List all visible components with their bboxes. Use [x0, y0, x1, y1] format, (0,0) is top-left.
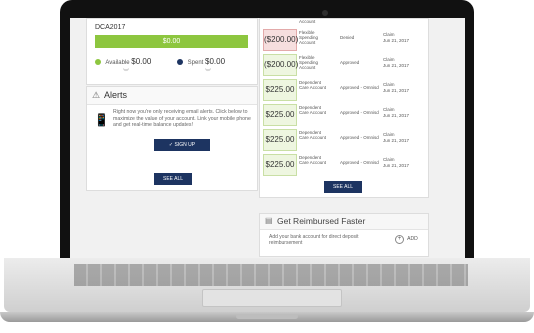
claim-date: Jun 21, 2017: [383, 137, 410, 143]
transaction-row[interactable]: $225.00 Dependent Care Account Approved …: [263, 79, 425, 101]
transaction-type: Dependent Care Account: [299, 130, 327, 140]
transaction-claim: Claim Jun 21, 2017: [383, 82, 423, 93]
sign-up-label: SIGN UP: [174, 142, 196, 148]
keyboard: [74, 264, 468, 286]
claim-date: Jun 21, 2017: [383, 62, 410, 68]
spent-dot-icon: [177, 59, 183, 66]
warning-icon: ⚠: [92, 90, 101, 100]
transaction-row[interactable]: $225.00 Dependent Care Account Approved …: [263, 104, 425, 126]
partial-row-label: Account: [299, 19, 316, 24]
claim-date: Jun 21, 2017: [383, 87, 410, 93]
mobile-phone-icon: 📱: [94, 113, 109, 127]
transaction-status: Approved - Omnisd: [340, 110, 379, 115]
transaction-type: Dependent Care Account: [299, 105, 327, 115]
reimburse-text: Add your bank account for direct deposit…: [269, 234, 359, 246]
transaction-status: Approved: [340, 60, 360, 65]
transaction-claim: Claim Jun 21, 2017: [383, 157, 423, 168]
transaction-claim: Claim Jun 21, 2017: [383, 132, 423, 143]
transaction-claim: Claim Jun 21, 2017: [383, 107, 423, 118]
transaction-status: Approved - Omnisd: [340, 85, 379, 90]
claim-date: Jun 21, 2017: [383, 112, 410, 118]
plus-icon: +: [395, 235, 404, 244]
transaction-claim: Claim Jun 21, 2017: [383, 32, 423, 43]
chevron-down-icon[interactable]: ︾: [205, 67, 211, 76]
account-card: DCA2017 $0.00 Available $0.00 Spent $0.0…: [86, 18, 258, 85]
balance-bar: $0.00: [95, 35, 248, 48]
available-dot-icon: [95, 59, 101, 66]
add-bank-button[interactable]: + ADD: [395, 235, 418, 244]
transaction-claim: Claim Jun 21, 2017: [383, 57, 423, 68]
reimburse-title: Get Reimbursed Faster: [277, 216, 366, 226]
transaction-status: Approved - Omnisd: [340, 160, 379, 165]
screen: DCA2017 $0.00 Available $0.00 Spent $0.0…: [70, 18, 465, 258]
alerts-header: ⚠ Alerts: [87, 87, 257, 105]
transaction-type: Flexible Spending Account: [299, 55, 319, 70]
transaction-row[interactable]: $225.00 Dependent Care Account Approved …: [263, 129, 425, 151]
spent-label: Spent: [187, 60, 204, 66]
transaction-amount: $225.00: [263, 154, 297, 176]
camera-icon: [322, 10, 328, 16]
transaction-type: Flexible Spending Account: [299, 30, 319, 45]
transaction-row[interactable]: ($200.00) Flexible Spending Account Appr…: [263, 54, 425, 76]
available-legend: Available $0.00: [95, 57, 151, 66]
reimburse-panel: ▤ Get Reimbursed Faster Add your bank ac…: [259, 213, 429, 257]
transaction-amount: $225.00: [263, 79, 297, 101]
transactions-see-all-button[interactable]: SEE ALL: [324, 181, 362, 193]
available-label: Available: [105, 60, 130, 66]
lid-notch: [236, 314, 298, 319]
transaction-amount: ($200.00): [263, 54, 298, 76]
transaction-amount: $225.00: [263, 129, 297, 151]
laptop: DCA2017 $0.00 Available $0.00 Spent $0.0…: [0, 0, 534, 333]
chevron-down-icon[interactable]: ︾: [123, 67, 129, 76]
claim-date: Jun 21, 2017: [383, 162, 410, 168]
laptop-base: [0, 258, 534, 324]
sign-up-button[interactable]: ✓ SIGN UP: [154, 139, 210, 151]
alerts-message: Right now you're only receiving email al…: [113, 109, 251, 128]
available-amount: $0.00: [131, 57, 152, 66]
transaction-type: Dependent Care Account: [299, 80, 327, 90]
transaction-row[interactable]: $225.00 Dependent Care Account Approved …: [263, 154, 425, 176]
transaction-type: Dependent Care Account: [299, 155, 327, 165]
transaction-status: Approved - Omnisd: [340, 135, 379, 140]
alerts-see-all-button[interactable]: SEE ALL: [154, 173, 192, 185]
form-icon: ▤: [265, 216, 273, 225]
transaction-status: Denied: [340, 35, 355, 40]
claim-date: Jun 21, 2017: [383, 37, 410, 43]
trackpad: [202, 289, 342, 307]
check-circle-icon: ✓: [168, 142, 174, 148]
alerts-panel: ⚠ Alerts 📱 Right now you're only receivi…: [86, 86, 258, 191]
account-title: DCA2017: [95, 24, 126, 31]
add-label: ADD: [407, 236, 418, 242]
spent-legend: Spent $0.00: [177, 57, 225, 66]
transaction-row[interactable]: ($200.00) Flexible Spending Account Deni…: [263, 29, 425, 51]
reimburse-header: ▤ Get Reimbursed Faster: [260, 214, 428, 230]
alerts-title: Alerts: [104, 90, 128, 100]
transactions-panel: Account ($200.00) Flexible Spending Acco…: [259, 18, 429, 198]
transaction-amount: ($200.00): [263, 29, 298, 51]
spent-amount: $0.00: [205, 57, 226, 66]
keyboard-deck: [4, 258, 530, 312]
transaction-amount: $225.00: [263, 104, 297, 126]
